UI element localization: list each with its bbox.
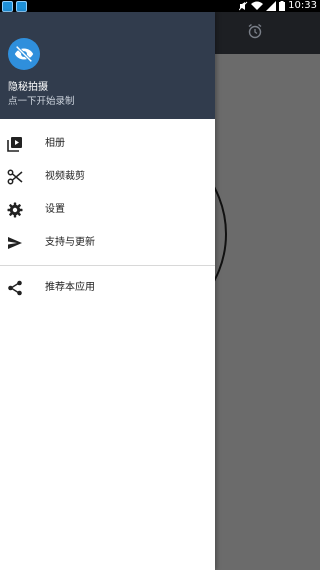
- menu-divider: [0, 265, 215, 266]
- share-icon: [7, 280, 23, 296]
- mute-icon: [239, 1, 248, 11]
- menu-item-settings[interactable]: 设置: [0, 193, 215, 226]
- menu-item-label: 推荐本应用: [45, 281, 95, 293]
- wifi-icon: [251, 1, 264, 10]
- battery-icon: [279, 1, 286, 11]
- video-library-icon: [7, 136, 23, 152]
- drawer-header: 隐秘拍摄 点一下开始录制: [0, 12, 215, 119]
- scissors-icon: [7, 169, 23, 185]
- eye-off-icon: [8, 38, 40, 70]
- app-notification-icon: [2, 0, 13, 12]
- system-indicators: 10:33: [239, 0, 317, 12]
- menu-item-label: 视频裁剪: [45, 170, 85, 182]
- gear-icon: [7, 202, 23, 218]
- app-name: 隐秘拍摄: [8, 82, 48, 93]
- signal-icon: [266, 1, 277, 11]
- send-icon: [7, 235, 23, 251]
- menu-item-support[interactable]: 支持与更新: [0, 226, 215, 259]
- menu-item-label: 支持与更新: [45, 236, 95, 248]
- alarm-clock-icon[interactable]: [247, 23, 263, 39]
- header-subtitle: 点一下开始录制: [8, 96, 75, 107]
- menu-item-album[interactable]: 相册: [0, 127, 215, 160]
- notification-icons: [2, 0, 27, 12]
- status-time: 10:33: [288, 0, 317, 11]
- status-bar: 10:33: [0, 0, 320, 12]
- drawer-menu: 相册 视频裁剪 设置 支持与更新 推荐本应用: [0, 119, 215, 304]
- app-notification-icon: [16, 0, 27, 12]
- menu-item-video-trim[interactable]: 视频裁剪: [0, 160, 215, 193]
- menu-item-label: 设置: [45, 203, 65, 215]
- menu-item-recommend[interactable]: 推荐本应用: [0, 271, 215, 304]
- background-content: [215, 54, 320, 570]
- record-ring: [215, 134, 227, 334]
- menu-item-label: 相册: [45, 137, 65, 149]
- background-toolbar: [215, 12, 320, 54]
- navigation-drawer: 隐秘拍摄 点一下开始录制 相册 视频裁剪 设置 支持与更新 推荐本应用: [0, 12, 215, 570]
